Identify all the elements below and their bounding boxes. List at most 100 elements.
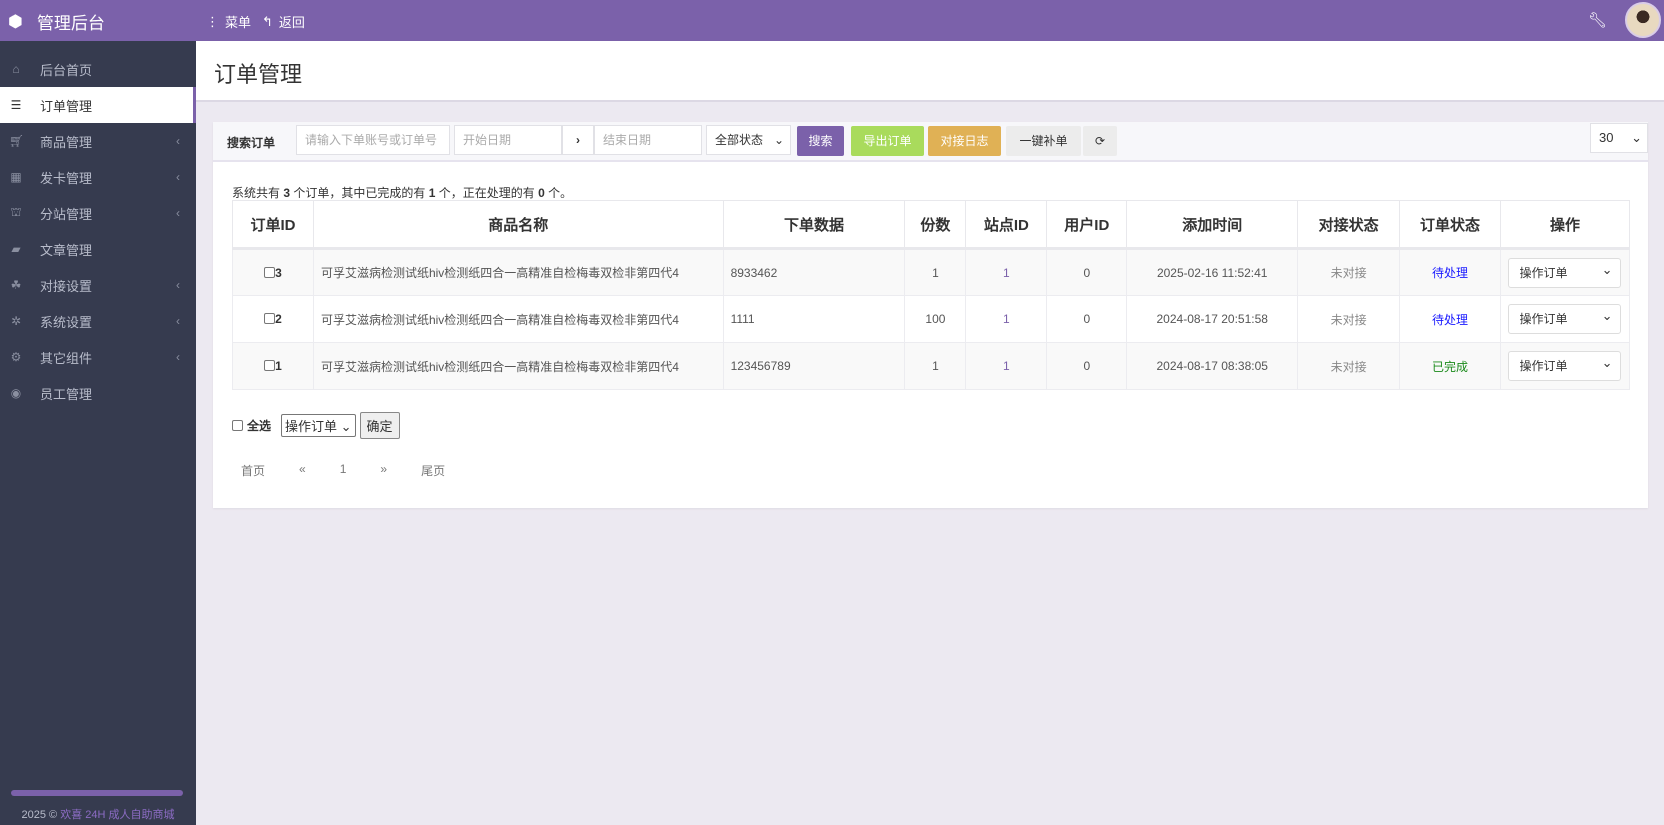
footer-link[interactable]: 欢喜 24H 成人自助商城 bbox=[60, 809, 174, 821]
bulk-actions: 全选 操作订单 ⌄ 确定 bbox=[232, 412, 400, 439]
search-label: 搜索订单 bbox=[227, 136, 276, 150]
chevron-left-icon: ‹ bbox=[176, 350, 180, 364]
vertical-dots-icon: ⋮ bbox=[206, 13, 219, 29]
pager-item[interactable]: 尾页 bbox=[409, 462, 457, 479]
sitemap-icon: ⛫ bbox=[10, 205, 22, 219]
table-header: 订单ID 商品名称 下单数据 份数 站点ID 用户ID 添加时间 对接状态 订单状态 操作 bbox=[232, 200, 1631, 250]
page-title: 订单管理 bbox=[214, 62, 303, 87]
chevron-left-icon: ‹ bbox=[176, 170, 180, 184]
sidebar-item-6[interactable]: ☘ 对接设置 ‹ bbox=[0, 267, 196, 303]
operate-order-select[interactable]: 操作订单 bbox=[1508, 256, 1622, 288]
column-header: 商品名称 bbox=[312, 200, 724, 250]
cube-icon: ⬢ bbox=[8, 11, 23, 31]
title-bar: 订单管理 bbox=[196, 41, 1664, 102]
operation-cell: 操作订单 bbox=[1499, 295, 1631, 343]
search-button[interactable]: 搜索 bbox=[797, 126, 844, 156]
column-header: 份数 bbox=[904, 200, 967, 250]
quantity-cell: 1 bbox=[904, 342, 967, 390]
sidebar-item-label: 商品管理 bbox=[40, 134, 93, 150]
bulk-action-select[interactable]: 操作订单 ⌄ bbox=[281, 414, 356, 437]
sidebar-footer: 2025 © 欢喜 24H 成人自助商城 bbox=[0, 806, 196, 822]
gears-icon: ⚙ bbox=[10, 350, 22, 364]
order-status-cell: 已完成 bbox=[1399, 342, 1501, 390]
chevron-left-icon: ‹ bbox=[176, 314, 180, 328]
row-checkbox[interactable] bbox=[264, 360, 276, 371]
site-id-cell[interactable]: 1 bbox=[965, 295, 1048, 343]
export-orders-button[interactable]: 导出订单 bbox=[851, 126, 924, 156]
row-checkbox[interactable] bbox=[264, 266, 276, 278]
pager-item[interactable]: 首页 bbox=[229, 462, 277, 479]
start-date-input[interactable]: 开始日期 bbox=[454, 125, 562, 155]
site-id-cell[interactable]: 1 bbox=[965, 342, 1048, 390]
pager-item[interactable]: 1 bbox=[328, 462, 359, 479]
sidebar-item-label: 其它组件 bbox=[40, 350, 93, 366]
menu-button[interactable]: ⋮ 菜单 bbox=[206, 12, 251, 31]
pager-item[interactable]: » bbox=[368, 462, 399, 479]
sidebar-item-1[interactable]: ☰ 订单管理 bbox=[0, 87, 196, 123]
sidebar-item-2[interactable]: 🛒︎ 商品管理 ‹ bbox=[0, 123, 196, 159]
sidebar-item-label: 文章管理 bbox=[40, 242, 93, 258]
sidebar-progress-bar bbox=[11, 790, 183, 796]
operate-order-select[interactable]: 操作订单 bbox=[1508, 302, 1622, 334]
sidebar-item-0[interactable]: ⌂ 后台首页 bbox=[0, 51, 196, 87]
column-header: 站点ID bbox=[965, 200, 1048, 250]
page-size-value: 30 bbox=[1599, 130, 1614, 145]
column-header: 添加时间 bbox=[1126, 200, 1299, 250]
keyword-input[interactable]: 请输入下单账号或订单号 bbox=[296, 125, 450, 155]
dock-log-button[interactable]: 对接日志 bbox=[928, 126, 1001, 156]
sidebar-item-4[interactable]: ⛫ 分站管理 ‹ bbox=[0, 195, 196, 231]
back-label: 返回 bbox=[278, 15, 305, 30]
wrench-icon[interactable]: 🔧︎ bbox=[1588, 11, 1607, 29]
confirm-button[interactable]: 确定 bbox=[359, 412, 400, 439]
orders-table: 订单ID 商品名称 下单数据 份数 站点ID 用户ID 添加时间 对接状态 订单状态 操作 3 可… bbox=[232, 200, 1631, 390]
order-id-cell: 3 bbox=[232, 248, 314, 296]
sidebar-item-7[interactable]: ✲ 系统设置 ‹ bbox=[0, 303, 196, 339]
quantity-cell: 1 bbox=[904, 248, 967, 296]
chevron-left-icon: ‹ bbox=[176, 134, 180, 148]
avatar[interactable] bbox=[1625, 2, 1661, 38]
top-bar: ⬢ 管理后台 ⋮ 菜单 ↰ 返回 🔧︎ bbox=[0, 0, 1664, 41]
column-header: 下单数据 bbox=[722, 200, 906, 250]
select-all-checkbox[interactable] bbox=[232, 420, 243, 431]
dock-status-cell: 未对接 bbox=[1297, 342, 1401, 390]
one-click-refill-button[interactable]: 一键补单 bbox=[1006, 126, 1081, 156]
operation-cell: 操作订单 bbox=[1499, 248, 1631, 296]
page-size-select[interactable]: 30 ⌄ bbox=[1590, 123, 1648, 153]
pager-item[interactable]: « bbox=[287, 462, 318, 479]
end-date-input[interactable]: 结束日期 bbox=[594, 125, 702, 155]
column-header: 对接状态 bbox=[1297, 200, 1401, 250]
brand[interactable]: ⬢ 管理后台 bbox=[8, 9, 105, 34]
sidebar-item-label: 对接设置 bbox=[40, 278, 93, 294]
order-data-cell: 8933462 bbox=[722, 248, 906, 296]
menu-label: 菜单 bbox=[225, 15, 252, 30]
row-checkbox[interactable] bbox=[264, 313, 276, 324]
order-id-cell: 2 bbox=[232, 295, 314, 343]
quantity-cell: 100 bbox=[904, 295, 967, 343]
sidebar-item-9[interactable]: ◉ 员工管理 bbox=[0, 375, 196, 411]
user-circle-icon: ◉ bbox=[10, 386, 22, 400]
operate-order-select[interactable]: 操作订单 bbox=[1508, 349, 1622, 381]
list-icon: ☰ bbox=[10, 98, 22, 112]
gear-icon: ✲ bbox=[10, 314, 22, 328]
order-status-cell: 待处理 bbox=[1399, 295, 1501, 343]
add-time-cell: 2024-08-17 08:38:05 bbox=[1126, 342, 1299, 390]
order-summary: 系统共有 3 个订单，其中已完成的有 1 个，正在处理的有 0 个。 bbox=[232, 186, 573, 200]
sidebar-item-5[interactable]: ▰ 文章管理 bbox=[0, 231, 196, 267]
dock-status-cell: 未对接 bbox=[1297, 248, 1401, 296]
sidebar-item-label: 发卡管理 bbox=[40, 170, 93, 186]
status-select[interactable]: 全部状态 ⌄ bbox=[706, 125, 791, 155]
select-all-label: 全选 bbox=[247, 419, 272, 433]
pagination: 首页 « 1 » 尾页 bbox=[229, 462, 467, 479]
sidebar-item-label: 后台首页 bbox=[40, 62, 93, 78]
column-header: 订单状态 bbox=[1399, 200, 1501, 250]
sidebar-item-label: 系统设置 bbox=[40, 314, 93, 330]
sidebar-item-8[interactable]: ⚙ 其它组件 ‹ bbox=[0, 339, 196, 375]
user-id-cell: 0 bbox=[1046, 342, 1128, 390]
refresh-icon[interactable]: ⟳ bbox=[1083, 126, 1117, 156]
sidebar-item-3[interactable]: ▦ 发卡管理 ‹ bbox=[0, 159, 196, 195]
sidebar-item-label: 分站管理 bbox=[40, 206, 93, 222]
back-button[interactable]: ↰ 返回 bbox=[262, 12, 305, 31]
status-select-value: 全部状态 bbox=[715, 133, 764, 147]
site-id-cell[interactable]: 1 bbox=[965, 248, 1048, 296]
home-icon: ⌂ bbox=[12, 62, 20, 76]
